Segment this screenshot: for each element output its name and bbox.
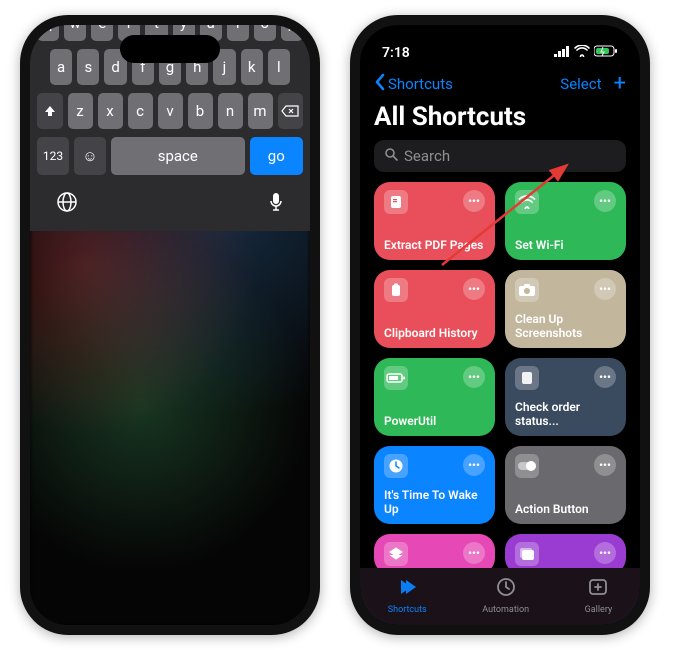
key-n[interactable]: n: [218, 93, 243, 129]
card-label: Clean Up Screenshots: [515, 312, 616, 340]
card-menu-icon[interactable]: •••: [463, 454, 485, 476]
card-menu-icon[interactable]: •••: [594, 542, 616, 564]
layers-icon: [384, 542, 408, 566]
card-menu-icon[interactable]: •••: [463, 278, 485, 300]
key-e[interactable]: e: [91, 15, 113, 41]
shortcut-card[interactable]: ••• Clean Up Screenshots: [505, 270, 626, 348]
tab-gallery[interactable]: Gallery: [585, 576, 613, 615]
card-label: Check order status...: [515, 400, 616, 428]
mic-icon[interactable]: [268, 191, 284, 217]
status-right: [554, 45, 618, 61]
card-label: Action Button: [515, 502, 616, 516]
key-s[interactable]: s: [77, 49, 99, 85]
shortcut-card[interactable]: ••• Action Button: [505, 446, 626, 524]
shortcut-card[interactable]: ••• It's Time To Wake Up: [374, 446, 495, 524]
camera-icon: [515, 278, 539, 302]
shortcut-card[interactable]: ••• Check order status...: [505, 358, 626, 436]
search-icon: [384, 147, 398, 165]
go-key[interactable]: go: [250, 137, 303, 175]
space-key[interactable]: space: [111, 137, 245, 175]
page-title: All Shortcuts: [360, 100, 640, 140]
dynamic-island: [450, 35, 550, 63]
photos-icon: [515, 542, 539, 566]
search-placeholder: Search: [404, 147, 450, 165]
shift-key[interactable]: [37, 93, 63, 129]
shortcut-card[interactable]: ••• Set Wi-Fi: [505, 182, 626, 260]
back-button[interactable]: Shortcuts: [374, 73, 453, 95]
phone-spotlight-search: 7:08: [20, 15, 320, 635]
gallery-tab-icon: [587, 576, 609, 603]
wifi-icon: [515, 190, 539, 214]
globe-icon[interactable]: [56, 191, 78, 217]
key-p[interactable]: p: [281, 15, 303, 41]
card-label: It's Time To Wake Up: [384, 488, 485, 516]
tab-label: Gallery: [585, 605, 613, 615]
key-b[interactable]: b: [188, 93, 213, 129]
clip-icon: [384, 278, 408, 302]
shortcuts-grid: ••• Extract PDF Pages ••• Set Wi-Fi ••• Clipb…: [360, 182, 640, 568]
card-label: PowerUtil: [384, 414, 485, 428]
card-menu-icon[interactable]: •••: [594, 366, 616, 388]
key-w[interactable]: w: [64, 15, 86, 41]
card-label: Extract PDF Pages: [384, 238, 485, 252]
key-o[interactable]: o: [254, 15, 276, 41]
tab-label: Automation: [482, 605, 529, 615]
tab-label: Shortcuts: [388, 605, 427, 615]
battery-icon: [384, 366, 408, 390]
key-m[interactable]: m: [248, 93, 273, 129]
cell-signal-icon: [554, 45, 570, 61]
shortcut-card[interactable]: ••• Clipboard History: [374, 270, 495, 348]
key-l[interactable]: l: [268, 49, 290, 85]
tab-automation[interactable]: Automation: [482, 576, 529, 615]
tab-shortcuts[interactable]: Shortcuts: [388, 576, 427, 615]
doc-icon: [384, 190, 408, 214]
card-menu-icon[interactable]: •••: [463, 366, 485, 388]
search-field[interactable]: Search: [374, 140, 626, 172]
doc2-icon: [515, 366, 539, 390]
battery-icon: [594, 45, 618, 61]
shortcut-card[interactable]: •••: [374, 534, 495, 568]
key-v[interactable]: v: [158, 93, 183, 129]
key-q[interactable]: q: [37, 15, 59, 41]
card-menu-icon[interactable]: •••: [463, 542, 485, 564]
backspace-key[interactable]: [278, 93, 304, 129]
shortcut-card[interactable]: ••• PowerUtil: [374, 358, 495, 436]
card-menu-icon[interactable]: •••: [594, 278, 616, 300]
select-button[interactable]: Select: [560, 75, 601, 93]
card-menu-icon[interactable]: •••: [594, 454, 616, 476]
card-menu-icon[interactable]: •••: [463, 190, 485, 212]
key-a[interactable]: a: [50, 49, 72, 85]
emoji-key[interactable]: ☺: [74, 137, 106, 175]
shortcuts-tab-icon: [396, 576, 418, 603]
key-z[interactable]: z: [68, 93, 93, 129]
key-i[interactable]: i: [227, 15, 249, 41]
clock-icon: [384, 454, 408, 478]
key-k[interactable]: k: [241, 49, 263, 85]
automation-tab-icon: [495, 576, 517, 603]
numeric-key[interactable]: 123: [37, 137, 69, 175]
card-menu-icon[interactable]: •••: [594, 190, 616, 212]
chevron-left-icon: [374, 73, 386, 95]
phone-shortcuts-app: 7:18 Shortcuts Select +: [350, 15, 650, 635]
status-time: 7:18: [382, 45, 410, 61]
back-label: Shortcuts: [388, 75, 453, 93]
dynamic-island: [120, 35, 220, 63]
switch-icon: [515, 454, 539, 478]
wifi-icon: [574, 45, 590, 61]
nav-bar: Shortcuts Select +: [360, 71, 640, 100]
shortcut-card[interactable]: ••• Extract PDF Pages: [374, 182, 495, 260]
card-label: Set Wi-Fi: [515, 238, 616, 252]
card-label: Clipboard History: [384, 326, 485, 340]
shortcut-card[interactable]: •••: [505, 534, 626, 568]
key-x[interactable]: x: [98, 93, 123, 129]
add-button[interactable]: +: [614, 71, 626, 96]
key-c[interactable]: c: [128, 93, 153, 129]
tab-bar: Shortcuts Automation Gallery: [360, 568, 640, 625]
